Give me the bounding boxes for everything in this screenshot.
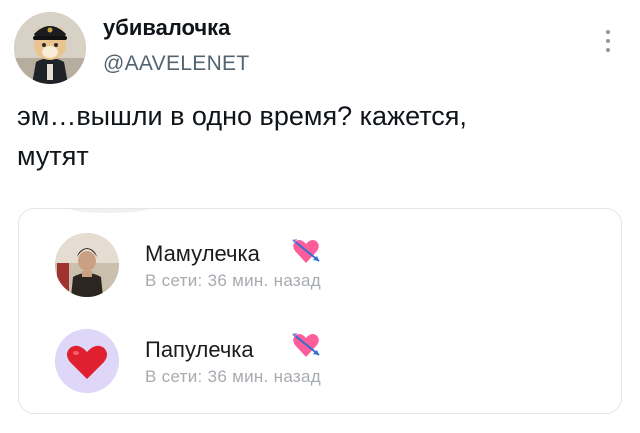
contact-item[interactable]: Мамулечка В сети: 36 мин. назад (19, 229, 621, 309)
contact-name: Папулечка (145, 337, 254, 362)
contact-status: В сети: 36 мин. назад (145, 367, 321, 386)
author-name[interactable]: убивалочка (103, 15, 230, 41)
contact-name: Мамулечка (145, 241, 260, 266)
contact-status: В сети: 36 мин. назад (145, 271, 321, 290)
tweet-text: эм…вышли в одно время? кажется, мутят (17, 96, 597, 176)
heart-with-arrow-icon (292, 239, 320, 263)
heart-with-arrow-icon (292, 333, 320, 357)
more-dot-icon (606, 39, 610, 43)
contact-avatar (55, 233, 119, 297)
woman-photo-avatar-icon (55, 233, 119, 297)
cat-avatar-icon (14, 12, 86, 84)
contact-avatar (55, 329, 119, 393)
embedded-image-card[interactable]: Мамулечка В сети: 36 мин. назад Папулечк… (18, 208, 622, 414)
more-dot-icon (606, 48, 610, 52)
tweet: убивалочка @AAVELENET эм…вышли в одно вр… (0, 0, 640, 433)
red-heart-icon (55, 329, 119, 393)
author-avatar[interactable] (14, 12, 86, 84)
tweet-text-line: мутят (17, 141, 89, 171)
more-dot-icon (606, 30, 610, 34)
author-handle[interactable]: @AAVELENET (103, 52, 249, 76)
more-options-button[interactable] (598, 28, 618, 56)
contact-item[interactable]: Папулечка В сети: 36 мин. назад (19, 325, 621, 405)
card-top-shadow (69, 209, 149, 213)
tweet-text-line: эм…вышли в одно время? кажется, (17, 101, 467, 131)
